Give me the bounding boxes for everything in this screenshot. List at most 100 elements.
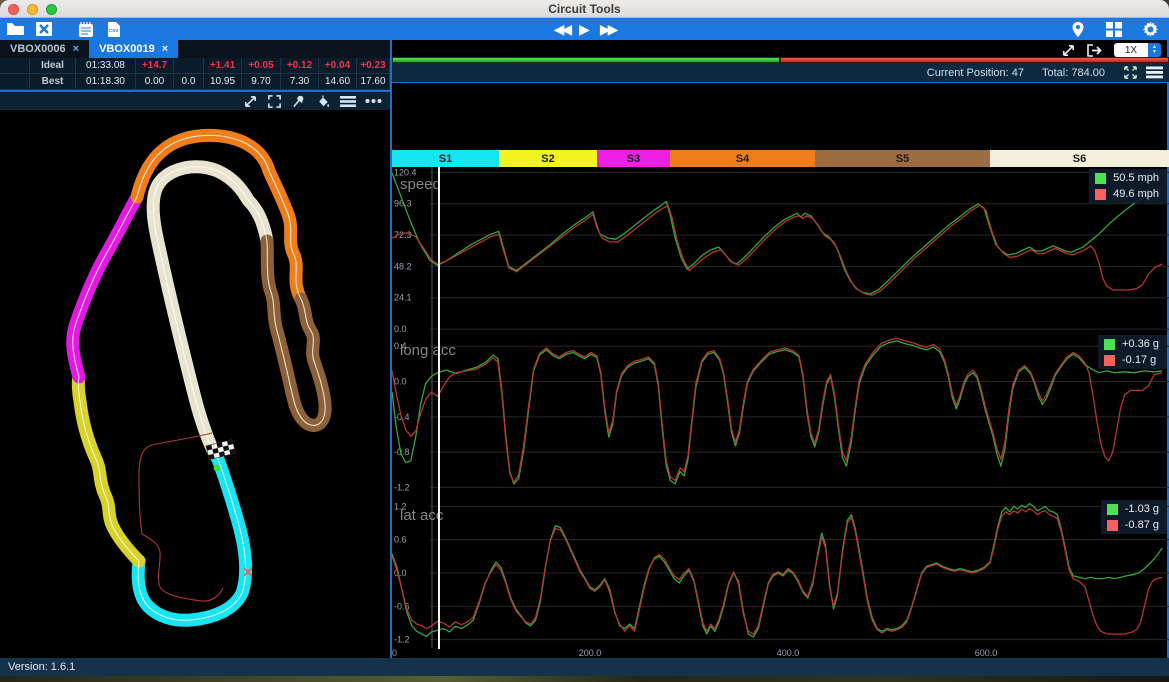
best-row-label: Best bbox=[30, 74, 76, 90]
current-position-marker bbox=[214, 465, 221, 472]
rewind-button[interactable]: ◀◀ bbox=[554, 19, 570, 39]
sector-segment-s5[interactable]: S5 bbox=[815, 150, 990, 167]
best-sector-time: 9.70 bbox=[242, 74, 281, 90]
open-file-button[interactable] bbox=[5, 20, 27, 38]
svg-text:0.0: 0.0 bbox=[394, 568, 407, 578]
best-value: 0.0 bbox=[174, 74, 204, 90]
resize-diagonal-icon bbox=[243, 94, 258, 109]
tab-close-icon[interactable]: × bbox=[162, 43, 168, 55]
export-csv-button[interactable]: CSV bbox=[103, 20, 125, 38]
playback-speed-select[interactable]: 1X ▲▼ bbox=[1114, 43, 1161, 57]
layout-button[interactable] bbox=[1103, 20, 1125, 38]
legend-entry: 50.5 mph bbox=[1095, 172, 1159, 184]
ellipsis-icon bbox=[365, 98, 382, 104]
fast-forward-button[interactable]: ▶▶ bbox=[600, 19, 616, 39]
layout-grid-icon bbox=[1106, 22, 1122, 37]
best-value: 0.00 bbox=[136, 74, 174, 90]
ideal-sector-delta: +0.05 bbox=[242, 58, 281, 74]
hamburger-icon bbox=[1146, 66, 1163, 79]
legend-swatch bbox=[1104, 355, 1115, 366]
map-view-button[interactable] bbox=[1067, 20, 1089, 38]
graph-panel: 1X ▲▼ Current Position: 47 Total: 784.00… bbox=[392, 40, 1169, 658]
tab-close-icon[interactable]: × bbox=[73, 43, 79, 55]
settings-button[interactable] bbox=[1139, 20, 1161, 38]
legend-value: 49.6 mph bbox=[1113, 188, 1159, 200]
session-notes-button[interactable] bbox=[75, 20, 97, 38]
titlebar: Circuit Tools bbox=[0, 0, 1169, 18]
lat-acc-graph[interactable]: 1.20.60.0-0.6-1.2lat acc-1.03 g -0.87 g bbox=[392, 498, 1169, 648]
fullscreen-map-button[interactable] bbox=[267, 94, 282, 109]
traffic-lights bbox=[8, 4, 57, 15]
expand-graphs-button[interactable] bbox=[1123, 65, 1138, 80]
legend-swatch bbox=[1095, 173, 1106, 184]
csv-file-icon: CSV bbox=[106, 21, 122, 38]
track-map[interactable] bbox=[0, 110, 390, 658]
legend-entry: -1.03 g bbox=[1107, 503, 1159, 515]
track-sector-s6 bbox=[153, 167, 267, 459]
fill-color-button[interactable] bbox=[315, 94, 331, 109]
graph-cursor[interactable] bbox=[438, 167, 440, 649]
minimize-window-button[interactable] bbox=[27, 4, 38, 15]
zoom-window-button[interactable] bbox=[46, 4, 57, 15]
best-sector-time: 14.60 bbox=[319, 74, 357, 90]
legend-value: -0.87 g bbox=[1125, 519, 1159, 531]
svg-text:0.0: 0.0 bbox=[394, 377, 407, 387]
table-cell bbox=[0, 74, 30, 90]
resize-graph-button[interactable] bbox=[1061, 43, 1076, 58]
legend-swatch bbox=[1107, 520, 1118, 531]
status-bar: Version: 1.6.1 bbox=[0, 658, 1169, 676]
ideal-sector-delta: +1.41 bbox=[204, 58, 242, 74]
sector-segment-s1[interactable]: S1 bbox=[392, 150, 499, 167]
export-icon bbox=[1086, 43, 1104, 58]
gear-icon bbox=[1142, 21, 1159, 38]
sector-segment-s3[interactable]: S3 bbox=[597, 150, 670, 167]
track-sector-s2 bbox=[78, 377, 139, 561]
lat-acc-legend: -1.03 g -0.87 g bbox=[1101, 500, 1167, 534]
map-menu-button[interactable] bbox=[340, 95, 356, 108]
more-options-button[interactable] bbox=[365, 98, 382, 104]
track-sector-s1 bbox=[138, 459, 245, 620]
paint-bucket-icon bbox=[315, 94, 331, 109]
speed-graph[interactable]: 120.496.372.348.224.10.0speed50.5 mph49.… bbox=[392, 167, 1169, 333]
long-acc-svg: 0.40.0-0.4-0.8-1.2long acc bbox=[392, 333, 1169, 498]
close-window-button[interactable] bbox=[8, 4, 19, 15]
svg-text:72.3: 72.3 bbox=[394, 230, 412, 240]
svg-text:-1.2: -1.2 bbox=[394, 635, 410, 645]
desktop-background-strip bbox=[0, 676, 1169, 682]
map-pin-icon bbox=[1071, 21, 1085, 38]
speed-legend: 50.5 mph 49.6 mph bbox=[1089, 169, 1167, 203]
svg-text:0.0: 0.0 bbox=[394, 324, 407, 333]
tab-label: VBOX0019 bbox=[99, 43, 155, 55]
x-tick-label: 200.0 bbox=[579, 648, 602, 658]
tab-vbox0006[interactable]: VBOX0006 × bbox=[0, 40, 89, 58]
folder-open-icon bbox=[6, 21, 26, 37]
legend-entry: 49.6 mph bbox=[1095, 188, 1159, 200]
pin-map-button[interactable] bbox=[291, 94, 306, 109]
lap-times-table: Ideal 01:33.08 +14.7 +1.41 +0.05 +0.12 +… bbox=[0, 58, 390, 90]
close-file-button[interactable] bbox=[33, 20, 55, 38]
playback-speed-value: 1X bbox=[1114, 43, 1148, 57]
sector-segment-s6[interactable]: S6 bbox=[990, 150, 1169, 167]
main-toolbar: CSV ◀◀ ▶ ▶▶ bbox=[0, 18, 1169, 40]
sector-segment-s4[interactable]: S4 bbox=[670, 150, 815, 167]
export-graph-button[interactable] bbox=[1086, 43, 1104, 58]
long-acc-graph[interactable]: 0.40.0-0.4-0.8-1.2long acc+0.36 g-0.17 g bbox=[392, 333, 1169, 498]
app-window: Circuit Tools CSV ◀◀ ▶ ▶▶ bbox=[0, 0, 1169, 676]
window-title: Circuit Tools bbox=[0, 0, 1169, 18]
ideal-sector-delta: +0.12 bbox=[281, 58, 319, 74]
total-label: Total: 784.00 bbox=[1042, 67, 1105, 79]
stepper-arrows-icon[interactable]: ▲▼ bbox=[1148, 43, 1161, 57]
graph-menu-button[interactable] bbox=[1146, 66, 1163, 79]
long-acc-legend: +0.36 g-0.17 g bbox=[1098, 335, 1167, 369]
ideal-sector-delta: +0.04 bbox=[319, 58, 357, 74]
lat-acc-svg: 1.20.60.0-0.6-1.2lat acc bbox=[392, 498, 1169, 648]
speed-svg: 120.496.372.348.224.10.0speed bbox=[392, 167, 1169, 333]
svg-text:24.1: 24.1 bbox=[394, 293, 412, 303]
pushpin-icon bbox=[291, 94, 306, 109]
resize-diagonal-button[interactable] bbox=[243, 94, 258, 109]
ideal-delta: +14.7 bbox=[136, 58, 174, 74]
sector-segment-s2[interactable]: S2 bbox=[499, 150, 597, 167]
play-button[interactable]: ▶ bbox=[579, 19, 590, 39]
tab-vbox0019[interactable]: VBOX0019 × bbox=[89, 40, 178, 58]
x-tick-label: 0 bbox=[392, 648, 397, 658]
